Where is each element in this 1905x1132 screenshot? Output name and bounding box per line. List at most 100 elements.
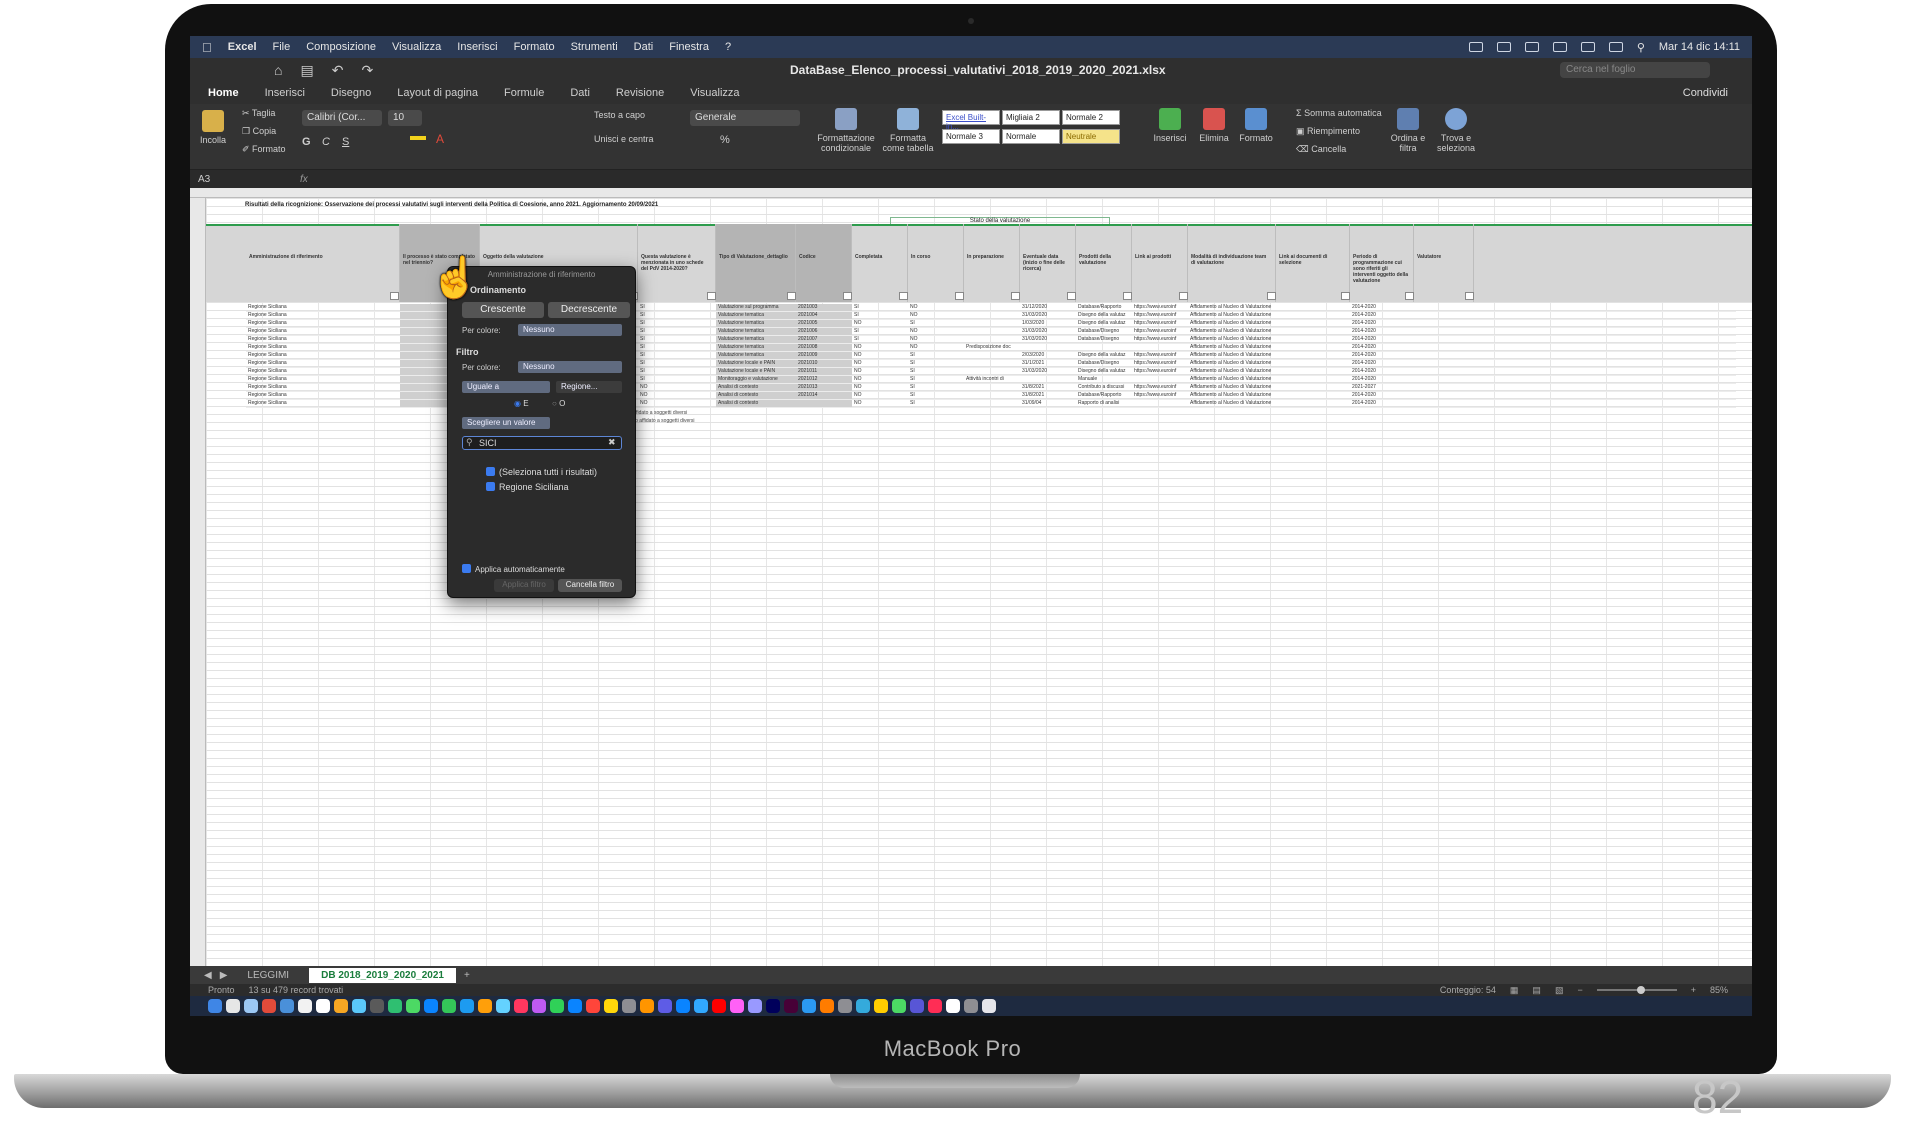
redo-icon[interactable]: ↷ — [361, 62, 373, 79]
dock-app-icon[interactable] — [532, 999, 546, 1013]
dock-app-icon[interactable] — [856, 999, 870, 1013]
table-cell[interactable]: SI — [908, 400, 964, 407]
next-sheet-icon[interactable]: ▶ — [220, 970, 228, 981]
dock-app-icon[interactable] — [820, 999, 834, 1013]
dock-app-icon[interactable] — [784, 999, 798, 1013]
table-cell[interactable]: https://www.euroinf — [1132, 320, 1188, 327]
table-cell[interactable]: Manuale — [1076, 376, 1132, 383]
table-cell[interactable]: SI — [638, 312, 716, 319]
page-break-icon[interactable]: ▧ — [1555, 985, 1564, 996]
copy-button[interactable]: ❐ Copia — [242, 126, 276, 137]
table-cell[interactable] — [1020, 344, 1076, 351]
header-data[interactable]: Eventuale data (inizio o fine delle rice… — [1020, 224, 1076, 302]
menu-formato[interactable]: Formato — [514, 41, 555, 53]
table-cell[interactable]: Regione Siciliana — [246, 328, 400, 335]
table-cell[interactable]: SI — [638, 344, 716, 351]
dock-app-icon[interactable] — [568, 999, 582, 1013]
fill-button[interactable]: ▣ Riempimento — [1296, 126, 1360, 137]
regione-siciliana-checkbox[interactable]: Regione Siciliana — [486, 482, 569, 492]
italic-button[interactable]: C — [322, 136, 330, 148]
header-amministrazione[interactable]: Amministrazione di riferimento — [246, 224, 400, 302]
menu-finestra[interactable]: Finestra — [669, 41, 709, 53]
dock-app-icon[interactable] — [766, 999, 780, 1013]
table-cell[interactable]: Affidamento al Nucleo di Valutazione — [1188, 376, 1276, 383]
table-cell[interactable]: Valutazione locale e PAIN — [716, 360, 796, 367]
dock-app-icon[interactable] — [946, 999, 960, 1013]
table-cell[interactable] — [796, 400, 852, 407]
table-cell[interactable]: Attività incontri di — [964, 376, 1020, 383]
table-cell[interactable]: Monitoraggio e valutazione — [716, 376, 796, 383]
dock-app-icon[interactable] — [874, 999, 888, 1013]
dock-app-icon[interactable] — [514, 999, 528, 1013]
style-neutrale[interactable]: Neutrale — [1062, 129, 1120, 144]
table-cell[interactable]: 2021008 — [796, 344, 852, 351]
table-cell[interactable]: 2021014 — [796, 392, 852, 399]
table-cell[interactable]: https://www.euroinf — [1132, 368, 1188, 375]
table-cell[interactable] — [1076, 344, 1132, 351]
table-cell[interactable]: Database/Disegno — [1076, 328, 1132, 335]
select-all-checkbox[interactable]: (Seleziona tutti i risultati) — [486, 467, 597, 477]
font-color-button[interactable]: A — [436, 132, 444, 146]
clear-search-icon[interactable]: ✖ — [608, 437, 616, 448]
dock-app-icon[interactable] — [640, 999, 654, 1013]
table-cell[interactable] — [1276, 392, 1350, 399]
table-cell[interactable]: 31/03/2020 — [1020, 312, 1076, 319]
dock-app-icon[interactable] — [460, 999, 474, 1013]
table-cell[interactable]: Disegno della valutaz — [1076, 320, 1132, 327]
fill-color-button[interactable] — [410, 136, 426, 140]
table-cell[interactable]: 2014-2020 — [1350, 312, 1414, 319]
table-cell[interactable]: 2014-2020 — [1350, 368, 1414, 375]
table-cell[interactable]: SI — [638, 328, 716, 335]
sheet-title-cell[interactable]: Risultati della ricognizione: Osservazio… — [245, 202, 658, 208]
dock-app-icon[interactable] — [910, 999, 924, 1013]
table-cell[interactable]: 2014-2020 — [1350, 336, 1414, 343]
table-cell[interactable]: NO — [852, 360, 908, 367]
home-icon[interactable]: ⌂ — [274, 62, 282, 79]
filter-dropdown-button[interactable] — [843, 292, 852, 300]
table-cell[interactable] — [964, 400, 1020, 407]
table-cell[interactable]: Valutazione locale e PAIN — [716, 368, 796, 375]
table-cell[interactable]: 2021013 — [796, 384, 852, 391]
table-cell[interactable]: 2021011 — [796, 368, 852, 375]
table-cell[interactable]: 31/12/2020 — [1020, 304, 1076, 311]
table-cell[interactable]: Regione Siciliana — [246, 376, 400, 383]
table-cell[interactable]: NO — [852, 376, 908, 383]
table-cell[interactable]: Valutazione tematica — [716, 312, 796, 319]
table-cell[interactable]: Regione Siciliana — [246, 336, 400, 343]
table-cell[interactable]: Valutazione tematica — [716, 328, 796, 335]
header-menzionata-pdv[interactable]: Questa valutazione è menzionata in uno s… — [638, 224, 716, 302]
table-cell[interactable]: Valutazione tematica — [716, 352, 796, 359]
table-cell[interactable]: Valutazione sul programma — [716, 304, 796, 311]
table-cell[interactable]: SI — [638, 360, 716, 367]
header-tipo-valutazione[interactable]: Tipo di Valutazione_dettaglio — [716, 224, 796, 302]
table-cell[interactable] — [964, 384, 1020, 391]
dock-app-icon[interactable] — [838, 999, 852, 1013]
table-cell[interactable]: 31/03/2020 — [1020, 368, 1076, 375]
table-cell[interactable]: 2021005 — [796, 320, 852, 327]
table-cell[interactable]: 2014-2020 — [1350, 376, 1414, 383]
dock-app-icon[interactable] — [586, 999, 600, 1013]
style-normale-2[interactable]: Normale 2 — [1062, 110, 1120, 125]
table-cell[interactable]: NO — [852, 320, 908, 327]
table-cell[interactable] — [964, 352, 1020, 359]
table-cell[interactable]: 2014-2020 — [1350, 352, 1414, 359]
menu-file[interactable]: File — [273, 41, 291, 53]
table-cell[interactable]: Rapporto di analisi — [1076, 400, 1132, 407]
table-cell[interactable]: Predisposizione doc — [964, 344, 1020, 351]
filter-dropdown-button[interactable] — [787, 292, 796, 300]
table-cell[interactable]: Affidamento al Nucleo di Valutazione — [1188, 352, 1276, 359]
filter-dropdown-button[interactable] — [707, 292, 716, 300]
conditional-format-button[interactable]: Formattazione condizionale — [816, 108, 876, 153]
dock-app-icon[interactable] — [280, 999, 294, 1013]
format-cells-button[interactable]: Formato — [1236, 108, 1276, 143]
table-cell[interactable]: 31/1/2021 — [1020, 360, 1076, 367]
table-cell[interactable]: https://www.euroinf — [1132, 352, 1188, 359]
dock-app-icon[interactable] — [208, 999, 222, 1013]
tab-disegno[interactable]: Disegno — [331, 87, 371, 99]
volume-icon[interactable] — [1552, 42, 1567, 52]
table-cell[interactable] — [1132, 376, 1188, 383]
table-cell[interactable] — [1276, 320, 1350, 327]
or-radio[interactable]: ○ O — [552, 399, 565, 408]
table-cell[interactable]: Analisi di contesto — [716, 400, 796, 407]
table-cell[interactable]: NO — [852, 384, 908, 391]
